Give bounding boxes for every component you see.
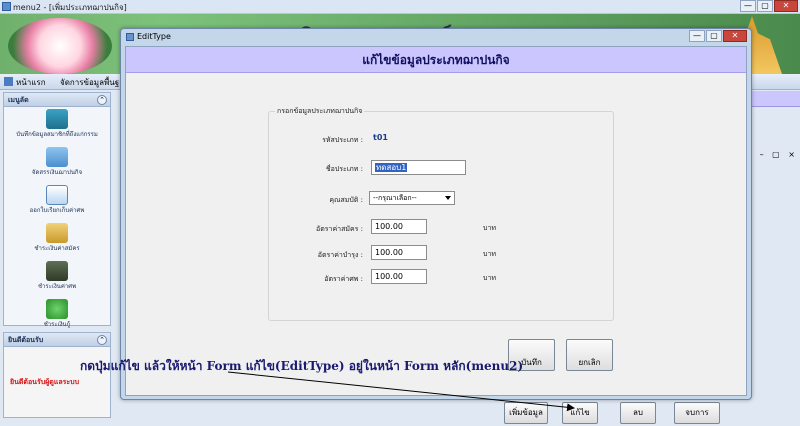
arrow-icon [227, 371, 575, 412]
annotation-arrow [227, 371, 575, 412]
